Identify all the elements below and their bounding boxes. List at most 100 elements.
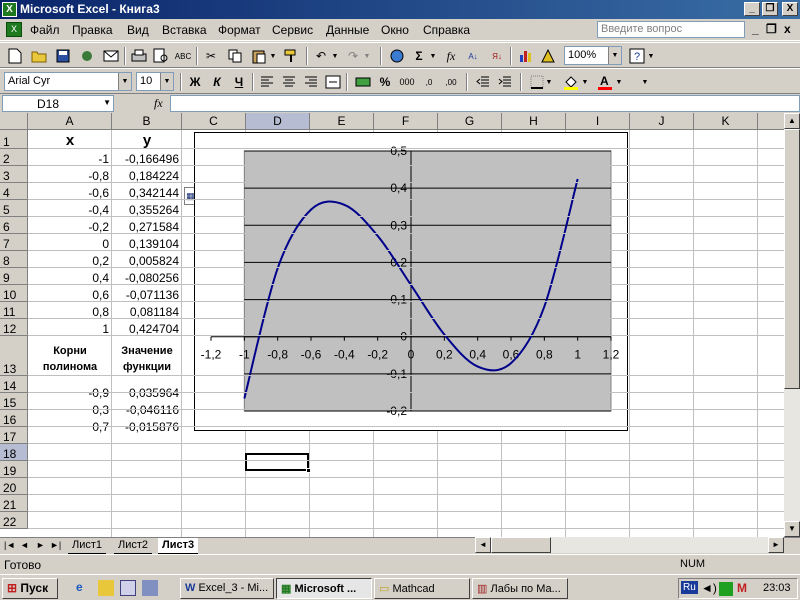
insert-function-icon[interactable]: fx	[442, 47, 460, 65]
ie-icon[interactable]: e	[76, 580, 92, 596]
save-icon[interactable]	[54, 47, 72, 65]
chart-object[interactable]: 0,5 0,4 0,3 0,2 0,1 0-0,1 -0,2 -1,2 -1 -0,8 -0,6 -0…	[194, 132, 628, 431]
last-sheet-icon[interactable]: ►|	[50, 540, 61, 550]
cell-a12[interactable]: 1	[28, 322, 109, 336]
cell-b6[interactable]: 0,271584	[112, 220, 179, 234]
cell-a1[interactable]: x	[28, 132, 112, 149]
next-sheet-icon[interactable]: ►	[36, 540, 45, 550]
cell-a3[interactable]: -0,8	[28, 169, 109, 183]
bold-button[interactable]: Ж	[186, 73, 204, 91]
menu-window[interactable]: Окно	[381, 23, 409, 37]
fill-color-icon[interactable]	[562, 73, 580, 91]
sheet-tab-3[interactable]: Лист3	[158, 538, 199, 554]
cell-b1[interactable]: y	[112, 132, 182, 149]
scroll-up-icon[interactable]: ▲	[784, 113, 800, 129]
doc-minimize-button[interactable]: _	[752, 22, 759, 36]
drawing-icon[interactable]	[540, 47, 558, 65]
cell-b3[interactable]: 0,184224	[112, 169, 179, 183]
cell-b5[interactable]: 0,355264	[112, 203, 179, 217]
row-header-1[interactable]: 1	[0, 130, 28, 149]
merge-center-icon[interactable]	[324, 73, 342, 91]
antivirus-icon[interactable]: M	[737, 581, 747, 595]
task-excel[interactable]: ▦ Microsoft ...	[276, 578, 372, 599]
decrease-decimal-icon[interactable]: ,00	[442, 73, 460, 91]
row-header-12[interactable]: 12	[0, 319, 28, 336]
menu-insert[interactable]: Вставка	[162, 23, 207, 37]
hyperlink-icon[interactable]	[388, 47, 406, 65]
first-sheet-icon[interactable]: |◄	[4, 540, 15, 550]
column-header-a[interactable]: A	[28, 113, 112, 130]
underline-button[interactable]: Ч	[230, 73, 248, 91]
horizontal-scrollbar[interactable]: ◄ ►	[475, 537, 784, 553]
print-preview-icon[interactable]	[152, 47, 170, 65]
cell-a10[interactable]: 0,6	[28, 288, 109, 302]
row-header-15[interactable]: 15	[0, 393, 28, 410]
spelling-icon[interactable]: ABC	[174, 47, 192, 65]
maximize-button[interactable]: ❐	[762, 2, 778, 16]
row-header-5[interactable]: 5	[0, 200, 28, 217]
row-header-19[interactable]: 19	[0, 461, 28, 478]
menu-format[interactable]: Формат	[218, 23, 261, 37]
row-header-9[interactable]: 9	[0, 268, 28, 285]
increase-decimal-icon[interactable]: ,0	[420, 73, 438, 91]
show-desktop-icon[interactable]	[98, 580, 114, 596]
scroll-down-icon[interactable]: ▼	[784, 521, 800, 537]
formatting-options-icon[interactable]: ▼	[640, 73, 650, 91]
row-header-10[interactable]: 10	[0, 285, 28, 302]
row-header-7[interactable]: 7	[0, 234, 28, 251]
workbook-icon[interactable]: X	[6, 22, 22, 37]
cell-a14[interactable]: -0,9	[28, 386, 109, 400]
cell-a8[interactable]: 0,2	[28, 254, 109, 268]
volume-icon[interactable]: ◄)	[701, 581, 717, 595]
column-header-b[interactable]: B	[112, 113, 182, 130]
minimize-button[interactable]: _	[744, 2, 760, 16]
cell-b9[interactable]: -0,080256	[112, 271, 179, 285]
menu-data[interactable]: Данные	[326, 23, 369, 37]
worksheet-grid[interactable]: A B C D E F G H I J K x y -1 -0,166496 -…	[0, 113, 784, 537]
scroll-thumb[interactable]	[784, 129, 800, 389]
cell-b11[interactable]: 0,081184	[112, 305, 179, 319]
font-color-dropdown-icon[interactable]: ▼	[614, 73, 624, 91]
align-left-icon[interactable]	[258, 73, 276, 91]
close-button[interactable]: X	[782, 2, 798, 16]
cell-b7[interactable]: 0,139104	[112, 237, 179, 251]
start-button[interactable]: ⊞ Пуск	[2, 578, 58, 599]
doc-close-button[interactable]: x	[784, 22, 791, 36]
cell-b16[interactable]: -0,015876	[112, 420, 179, 434]
sort-ascending-icon[interactable]: A↓	[464, 47, 482, 65]
column-header-d[interactable]: D	[246, 113, 310, 130]
row-header-13[interactable]: 13	[0, 336, 28, 376]
scroll-left-icon[interactable]: ◄	[475, 537, 491, 553]
zoom-select[interactable]: 100% ▼	[564, 46, 622, 65]
column-header-k[interactable]: K	[694, 113, 758, 130]
font-color-icon[interactable]: A	[596, 73, 614, 91]
font-select[interactable]: Arial Cyr ▼	[4, 72, 132, 91]
menu-tools[interactable]: Сервис	[272, 23, 313, 37]
row-header-21[interactable]: 21	[0, 495, 28, 512]
vertical-scrollbar[interactable]: ▲ ▼	[784, 113, 800, 537]
row-header-3[interactable]: 3	[0, 166, 28, 183]
prev-sheet-icon[interactable]: ◄	[20, 540, 29, 550]
decrease-indent-icon[interactable]	[474, 73, 492, 91]
row-header-18[interactable]: 18	[0, 444, 28, 461]
new-icon[interactable]	[6, 47, 24, 65]
menu-view[interactable]: Вид	[127, 23, 149, 37]
quicklaunch-icon[interactable]	[142, 580, 158, 596]
redo-icon[interactable]: ↷	[344, 47, 362, 65]
row-header-22[interactable]: 22	[0, 512, 28, 529]
percent-button[interactable]: %	[376, 73, 394, 91]
undo-icon[interactable]: ↶	[312, 47, 330, 65]
cell-b2[interactable]: -0,166496	[112, 152, 179, 166]
row-header-16[interactable]: 16	[0, 410, 28, 427]
cell-b4[interactable]: 0,342144	[112, 186, 179, 200]
column-header-f[interactable]: F	[374, 113, 438, 130]
sheet-tab-2[interactable]: Лист2	[114, 538, 153, 554]
email-icon[interactable]	[102, 47, 120, 65]
paste-dropdown-icon[interactable]: ▼	[268, 47, 278, 65]
autosum-dropdown-icon[interactable]: ▼	[428, 47, 438, 65]
scroll-right-icon[interactable]: ►	[768, 537, 784, 553]
row-header-4[interactable]: 4	[0, 183, 28, 200]
align-center-icon[interactable]	[280, 73, 298, 91]
format-painter-icon[interactable]	[282, 47, 300, 65]
paste-icon[interactable]	[250, 47, 268, 65]
